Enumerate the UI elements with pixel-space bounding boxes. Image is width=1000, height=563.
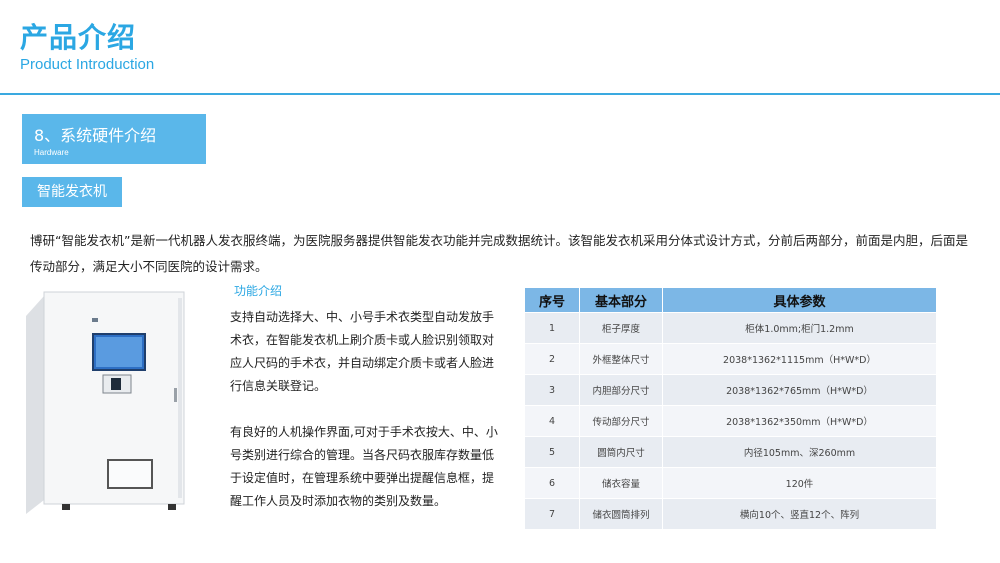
table-row: 3 内胆部分尺寸 2038*1362*765mm（H*W*D） [524,374,937,406]
spec-table: 序号 基本部分 具体参数 1 柜子厚度 柜体1.0mm;柜门1.2mm 2 外框… [524,287,937,530]
cell-param: 柜体1.0mm;柜门1.2mm [662,312,937,344]
product-intro: 博研“智能发衣机”是新一代机器人发衣服终端，为医院服务器提供智能发衣功能并完成数… [30,233,968,274]
header-divider [0,93,1000,95]
cell-part: 储衣容量 [579,467,663,499]
cell-index: 5 [524,436,580,468]
table-row: 7 储衣圆筒排列 横向10个、竖直12个、阵列 [524,498,937,530]
features-paragraph-1: 支持自动选择大、中、小号手术衣类型自动发放手术衣，在智能发衣机上刷介质卡或人脸识… [230,310,495,393]
table-header-row: 序号 基本部分 具体参数 [524,287,937,313]
cell-part: 柜子厚度 [579,312,663,344]
cell-param: 内径105mm、深260mm [662,436,937,468]
cell-index: 1 [524,312,580,344]
product-name-label: 智能发衣机 [22,177,122,207]
cell-part: 传动部分尺寸 [579,405,663,437]
table-row: 5 圆筒内尺寸 内径105mm、深260mm [524,436,937,468]
table-row: 1 柜子厚度 柜体1.0mm;柜门1.2mm [524,312,937,344]
table-row: 4 传动部分尺寸 2038*1362*350mm（H*W*D） [524,405,937,437]
table-row: 6 储衣容量 120件 [524,467,937,499]
cell-index: 3 [524,374,580,406]
cell-param: 2038*1362*1115mm（H*W*D） [662,343,937,375]
cell-part: 内胆部分尺寸 [579,374,663,406]
cell-index: 6 [524,467,580,499]
cell-param: 2038*1362*350mm（H*W*D） [662,405,937,437]
section-subtitle: Hardware [34,148,69,157]
header-part: 基本部分 [579,287,663,313]
cell-part: 圆筒内尺寸 [579,436,663,468]
header-param: 具体参数 [662,287,937,313]
page-title: 产品介绍 [20,21,137,54]
table-row: 2 外框整体尺寸 2038*1362*1115mm（H*W*D） [524,343,937,375]
section-heading: 8、系统硬件介绍 Hardware [22,114,206,164]
page-subtitle: Product Introduction [20,56,155,73]
cell-index: 2 [524,343,580,375]
cell-param: 横向10个、竖直12个、阵列 [662,498,937,530]
machine-image [26,291,185,514]
cell-index: 7 [524,498,580,530]
header-index: 序号 [524,287,580,313]
features-paragraph-2: 有良好的人机操作界面,可对于手术衣按大、中、小号类别进行综合的管理。当各尺码衣服… [230,425,498,508]
cell-part: 储衣圆筒排列 [579,498,663,530]
section-title: 8、系统硬件介绍 [34,126,157,145]
cell-index: 4 [524,405,580,437]
features-title: 功能介绍 [234,284,283,298]
cell-part: 外框整体尺寸 [579,343,663,375]
cell-param: 2038*1362*765mm（H*W*D） [662,374,937,406]
cell-param: 120件 [662,467,937,499]
